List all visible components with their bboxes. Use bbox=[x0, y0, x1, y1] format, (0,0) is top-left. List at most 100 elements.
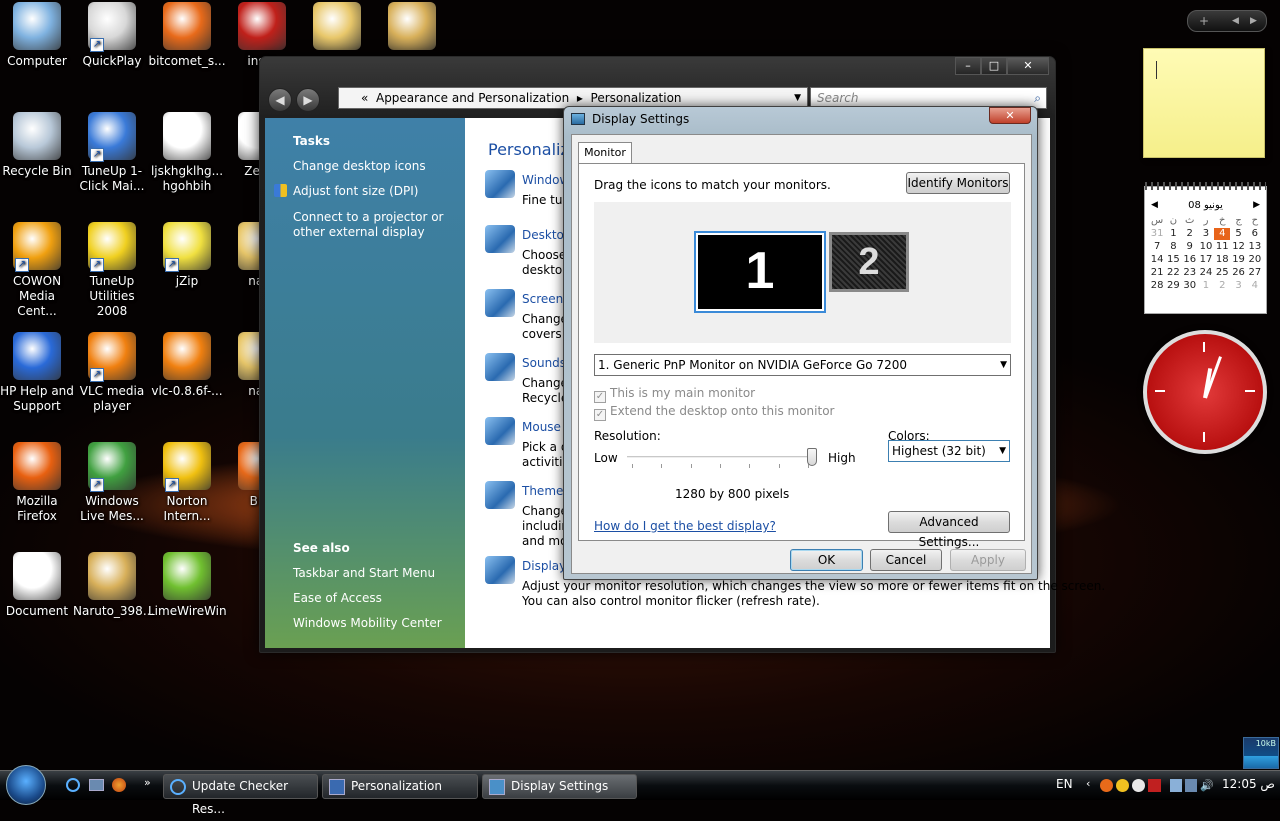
start-button[interactable] bbox=[6, 765, 46, 805]
back-button[interactable]: ◀ bbox=[268, 88, 292, 112]
main-monitor-checkbox[interactable]: ✓ This is my main monitor bbox=[594, 386, 755, 403]
personalize-link-display[interactable]: Display bbox=[522, 559, 566, 573]
taskbar-item-personalization[interactable]: Personalization bbox=[322, 774, 478, 799]
see-also-mobility-center[interactable]: Windows Mobility Center bbox=[293, 616, 463, 631]
calendar-day[interactable]: 9 bbox=[1182, 241, 1198, 253]
monitor-select[interactable]: 1. Generic PnP Monitor on NVIDIA GeForce… bbox=[594, 354, 1011, 376]
calendar-day[interactable]: 31 bbox=[1149, 228, 1165, 240]
calendar-day[interactable]: 30 bbox=[1182, 280, 1198, 292]
personalize-link-sounds[interactable]: Sounds bbox=[522, 356, 566, 370]
address-dropdown-icon[interactable]: ▼ bbox=[794, 88, 801, 108]
desktop-icon-mozilla-firefox[interactable]: Mozilla Firefox bbox=[0, 442, 76, 524]
desktop-icon-folder-naruto-icon[interactable] bbox=[373, 2, 451, 54]
calendar-day[interactable]: 13 bbox=[1247, 241, 1263, 253]
ie-icon[interactable] bbox=[66, 778, 80, 792]
personalize-link-mouse[interactable]: Mouse bbox=[522, 420, 561, 434]
clock-time[interactable]: 12:05 ص bbox=[1222, 777, 1275, 791]
desktop-icon-limewirewin[interactable]: LimeWireWin bbox=[148, 552, 227, 619]
calendar-day[interactable]: 6 bbox=[1247, 228, 1263, 240]
desktop-icon-cowon-media-cent[interactable]: ↗ COWON Media Cent... bbox=[0, 222, 76, 319]
calendar-day[interactable]: 8 bbox=[1165, 241, 1181, 253]
desktop-icon-naruto-398[interactable]: Naruto_398... bbox=[73, 552, 154, 619]
calendar-day[interactable]: 14 bbox=[1149, 254, 1165, 266]
norton-tray-icon[interactable] bbox=[1116, 779, 1129, 792]
next-month-icon[interactable]: ▶ bbox=[1253, 200, 1260, 210]
calendar-day[interactable]: 28 bbox=[1149, 280, 1165, 292]
volume-icon[interactable]: 🔊 bbox=[1200, 779, 1214, 792]
calendar-day[interactable]: 24 bbox=[1198, 267, 1214, 279]
desktop-icon-hp-help-and-support[interactable]: HP Help and Support bbox=[0, 332, 76, 414]
notes-gadget[interactable] bbox=[1143, 48, 1265, 158]
personalize-link-screen[interactable]: Screen bbox=[522, 292, 563, 306]
cancel-button[interactable]: Cancel bbox=[870, 549, 942, 571]
calendar-day[interactable]: 4 bbox=[1214, 228, 1231, 240]
network-icon[interactable] bbox=[1185, 779, 1197, 792]
tab-monitor[interactable]: Monitor bbox=[578, 142, 632, 164]
breadcrumb-personalization[interactable]: Personalization bbox=[591, 91, 682, 105]
desktop-icon-tuneup-1-click-mai[interactable]: ↗ TuneUp 1-Click Mai... bbox=[73, 112, 151, 194]
taskbar-item-update-checker[interactable]: Update Checker Res... bbox=[163, 774, 318, 816]
tray-expand-icon[interactable]: ‹ bbox=[1086, 777, 1090, 790]
breadcrumb-appearance[interactable]: Appearance and Personalization bbox=[376, 91, 569, 105]
calendar-day[interactable]: 18 bbox=[1214, 254, 1230, 266]
calendar-day[interactable]: 4 bbox=[1247, 280, 1263, 292]
maximize-button[interactable]: □ bbox=[981, 57, 1007, 75]
minimize-button[interactable]: – bbox=[955, 57, 981, 75]
safely-remove-icon[interactable] bbox=[1170, 779, 1182, 792]
desktop-icon-vlc-media-player[interactable]: ↗ VLC media player bbox=[73, 332, 151, 414]
quicklaunch-more-icon[interactable]: » bbox=[144, 776, 151, 789]
colors-select[interactable]: Highest (32 bit) ▼ bbox=[888, 440, 1010, 462]
calendar-day[interactable]: 22 bbox=[1165, 267, 1181, 279]
ok-button[interactable]: OK bbox=[790, 549, 863, 571]
calendar-day[interactable]: 23 bbox=[1182, 267, 1198, 279]
resolution-slider[interactable] bbox=[627, 448, 817, 470]
language-indicator[interactable]: EN bbox=[1056, 777, 1073, 791]
calendar-day[interactable]: 7 bbox=[1149, 241, 1165, 253]
calendar-day[interactable]: 2 bbox=[1214, 280, 1230, 292]
dialog-close-button[interactable]: ✕ bbox=[989, 107, 1031, 124]
calendar-day[interactable]: 1 bbox=[1198, 280, 1214, 292]
calendar-day[interactable]: 27 bbox=[1247, 267, 1263, 279]
flash-tray-icon[interactable] bbox=[1148, 779, 1161, 792]
desktop-icon-computer[interactable]: Computer bbox=[0, 2, 76, 69]
previous-icon[interactable]: ◀ bbox=[1232, 11, 1239, 31]
slider-thumb[interactable] bbox=[807, 448, 817, 466]
best-display-help-link[interactable]: How do I get the best display? bbox=[594, 519, 776, 533]
quickplay-tray-icon[interactable] bbox=[1132, 779, 1145, 792]
address-root[interactable]: « bbox=[361, 91, 368, 105]
desktop-icon-ljskhgklhg-hgohbih[interactable]: ljskhgklhg... hgohbih bbox=[148, 112, 226, 194]
desktop-icon-folder-icon[interactable] bbox=[298, 2, 376, 54]
calendar-day[interactable]: 17 bbox=[1198, 254, 1214, 266]
calendar-day[interactable]: 25 bbox=[1214, 267, 1230, 279]
calendar-day[interactable]: 21 bbox=[1149, 267, 1165, 279]
desktop-icon-windows-live-mes[interactable]: ↗ Windows Live Mes... bbox=[73, 442, 151, 524]
extend-desktop-checkbox[interactable]: ✓ Extend the desktop onto this monitor bbox=[594, 404, 834, 421]
task-change-desktop-icons[interactable]: Change desktop icons bbox=[293, 159, 463, 174]
close-button[interactable]: ✕ bbox=[1007, 57, 1049, 75]
desktop-icon-recycle-bin[interactable]: Recycle Bin bbox=[0, 112, 76, 179]
identify-monitors-button[interactable]: Identify Monitors bbox=[906, 172, 1010, 194]
calendar-day[interactable]: 19 bbox=[1230, 254, 1246, 266]
calendar-day[interactable]: 5 bbox=[1230, 228, 1246, 240]
desktop-icon-vlc-0-8-6f[interactable]: vlc-0.8.6f-... bbox=[148, 332, 226, 399]
task-connect-projector[interactable]: Connect to a projector or other external… bbox=[293, 210, 463, 240]
calendar-day[interactable]: 10 bbox=[1198, 241, 1214, 253]
see-also-ease-of-access[interactable]: Ease of Access bbox=[293, 591, 463, 606]
calendar-day[interactable]: 15 bbox=[1165, 254, 1181, 266]
desktop-icon-norton-intern[interactable]: ↗ Norton Intern... bbox=[148, 442, 226, 524]
calendar-day[interactable]: 12 bbox=[1230, 241, 1246, 253]
calendar-day[interactable]: 1 bbox=[1165, 228, 1181, 240]
show-desktop-icon[interactable] bbox=[89, 779, 104, 791]
apply-button[interactable]: Apply bbox=[950, 549, 1026, 571]
desktop-icon-bitcomet-s[interactable]: bitcomet_s... bbox=[148, 2, 226, 69]
desktop-icon-tuneup-utilities-2008[interactable]: ↗ TuneUp Utilities 2008 bbox=[73, 222, 151, 319]
breadcrumb-separator[interactable]: ▸ bbox=[577, 91, 583, 105]
calendar-day[interactable]: 26 bbox=[1230, 267, 1246, 279]
monitor-1[interactable]: 1 bbox=[694, 231, 826, 313]
calendar-day[interactable]: 3 bbox=[1230, 280, 1246, 292]
calendar-day[interactable]: 20 bbox=[1247, 254, 1263, 266]
personalize-link-theme[interactable]: Theme bbox=[522, 484, 563, 498]
desktop-icon-jzip[interactable]: ↗ jZip bbox=[148, 222, 226, 289]
see-also-taskbar[interactable]: Taskbar and Start Menu bbox=[293, 566, 463, 581]
search-icon[interactable]: ⌕ bbox=[1034, 88, 1041, 108]
